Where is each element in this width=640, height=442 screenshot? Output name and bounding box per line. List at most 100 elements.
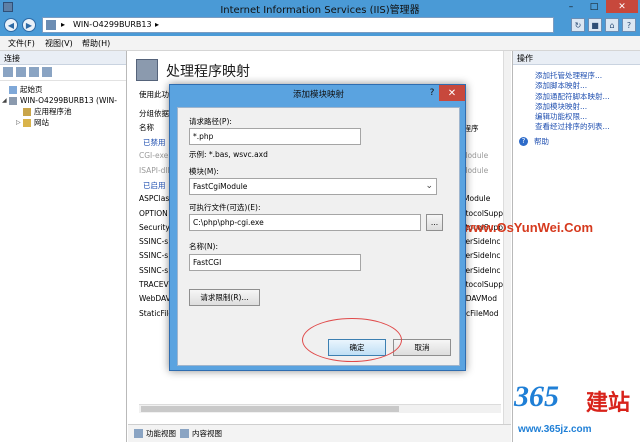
content-view-icon xyxy=(180,429,189,438)
action-view-ordered-list[interactable]: 查看经过排序的列表... xyxy=(519,121,634,131)
chevron-down-icon: ⌄ xyxy=(425,181,433,191)
action-edit-feature-permissions[interactable]: 编辑功能权限... xyxy=(519,111,634,121)
window-titlebar: Internet Information Services (IIS)管理器 –… xyxy=(0,0,640,16)
list-item-path: bDAVMod xyxy=(461,294,498,303)
dialog-close-button[interactable]: ✕ xyxy=(439,85,465,101)
minimize-button[interactable]: – xyxy=(560,0,582,13)
group-by-label[interactable]: 分组依据 xyxy=(139,108,169,119)
up-icon[interactable] xyxy=(29,67,39,77)
address-segment-server[interactable]: WIN-O4299BURB13 xyxy=(73,20,152,29)
annotation-ellipse xyxy=(302,318,402,362)
request-path-example: 示例: *.bas, wsvc.axd xyxy=(189,150,268,159)
help-icon[interactable]: ? xyxy=(622,18,636,32)
menu-help[interactable]: 帮助(H) xyxy=(82,38,110,49)
tab-label: 内容视图 xyxy=(192,429,222,438)
close-button[interactable]: ✕ xyxy=(606,0,638,13)
refresh-icon[interactable]: ↻ xyxy=(571,18,585,32)
list-item[interactable]: ISAPI-dll xyxy=(139,166,170,177)
action-add-managed-handler[interactable]: 添加托管处理程序... xyxy=(519,70,634,80)
forward-arrow-icon[interactable]: ▶ xyxy=(22,18,36,32)
address-tools: ↻ ■ ⌂ ? xyxy=(571,18,636,32)
address-bar-strip: ◀ ▶ ▸ WIN-O4299BURB13 ▸ ↻ ■ ⌂ ? xyxy=(0,14,640,36)
list-item[interactable]: Security xyxy=(139,223,170,234)
executable-input[interactable]: C:\php\php-cgi.exe xyxy=(189,214,421,231)
back-arrow-icon[interactable]: ◀ xyxy=(4,18,18,32)
module-select[interactable]: FastCgiModule ⌄ xyxy=(189,178,437,195)
connections-header: 连接 xyxy=(0,51,126,65)
tree-item-label: WIN-O4299BURB13 (WIN- xyxy=(20,96,117,105)
scroll-thumb[interactable] xyxy=(141,406,399,412)
server-icon xyxy=(9,96,17,105)
module-select-value: FastCgiModule xyxy=(193,182,248,191)
action-add-module-mapping[interactable]: 添加模块映射... xyxy=(519,101,634,111)
tree-item-app-pools[interactable]: 应用程序池 xyxy=(2,106,124,117)
list-item[interactable]: SSINC-s xyxy=(139,266,168,277)
list-item[interactable]: CGI-exe xyxy=(139,151,168,162)
list-item-path: Module xyxy=(461,166,489,175)
menu-file[interactable]: 文件(F) xyxy=(8,38,35,49)
tree-item-server[interactable]: ◢ WIN-O4299BURB13 (WIN- xyxy=(2,95,124,106)
list-item[interactable]: WebDAV xyxy=(139,294,171,305)
logo-number: 365 xyxy=(514,380,559,413)
list-group-header: 已启用 xyxy=(143,181,166,190)
app-pool-icon xyxy=(23,107,31,116)
page-title: 处理程序映射 xyxy=(166,64,250,80)
connect-icon[interactable] xyxy=(3,67,13,77)
dialog-title: 添加模块映射 xyxy=(292,90,344,100)
list-item[interactable]: SSINC-s xyxy=(139,251,168,262)
logo-text: 建站 xyxy=(586,391,631,416)
features-view-tab[interactable]: 功能视图 xyxy=(134,428,176,439)
connections-panel: 连接 起始页 ◢ WIN-O4299BURB13 (WIN- 应用程序池 ▷ 网… xyxy=(0,51,127,442)
column-header-name[interactable]: 名称 xyxy=(139,122,154,133)
window-controls: – □ ✕ xyxy=(560,0,638,14)
actions-list: 添加托管处理程序... 添加脚本映射... 添加通配符脚本映射... 添加模块映… xyxy=(513,65,640,152)
help-circle-icon: ? xyxy=(519,136,528,146)
address-box[interactable]: ▸ WIN-O4299BURB13 ▸ xyxy=(42,17,554,33)
dialog-help-button[interactable]: ? xyxy=(425,87,439,99)
horizontal-scrollbar[interactable] xyxy=(139,404,501,413)
module-label: 模块(M): xyxy=(189,167,219,176)
home-icon[interactable]: ⌂ xyxy=(605,18,619,32)
connections-tree: 起始页 ◢ WIN-O4299BURB13 (WIN- 应用程序池 ▷ 网站 xyxy=(0,81,126,131)
browse-button[interactable]: ... xyxy=(426,214,443,231)
maximize-button[interactable]: □ xyxy=(583,0,605,13)
content-view-tab[interactable]: 内容视图 xyxy=(180,428,222,439)
collapse-arrow-icon[interactable]: ◢ xyxy=(2,97,8,104)
action-add-wildcard-script-map[interactable]: 添加通配符脚本映射... xyxy=(519,91,634,101)
list-item[interactable]: OPTION xyxy=(139,209,168,220)
action-add-script-map[interactable]: 添加脚本映射... xyxy=(519,80,634,90)
list-item-path: iModule xyxy=(461,194,491,203)
address-segment-arrow[interactable]: ▸ xyxy=(61,20,65,29)
features-view-icon xyxy=(134,429,143,438)
name-label: 名称(N): xyxy=(189,242,218,251)
list-item[interactable]: TRACEV xyxy=(139,280,169,291)
save-icon[interactable] xyxy=(16,67,26,77)
menu-bar: 文件(F) 视图(V) 帮助(H) xyxy=(0,36,640,51)
request-restrictions-button[interactable]: 请求限制(R)... xyxy=(189,289,260,306)
list-item-path xyxy=(461,137,509,148)
name-input[interactable]: FastCGI xyxy=(189,254,361,271)
list-item-path: verSideInc xyxy=(461,266,501,275)
expand-arrow-icon[interactable]: ▷ xyxy=(16,119,22,126)
tab-label: 功能视图 xyxy=(146,429,176,438)
list-item-path: verSideInc xyxy=(461,237,501,246)
list-item[interactable]: StaticFile xyxy=(139,309,173,320)
connect-server-icon[interactable] xyxy=(42,67,52,77)
action-help[interactable]: ? 帮助 xyxy=(519,136,634,147)
list-item-path: Module xyxy=(461,151,489,160)
tree-item-sites[interactable]: ▷ 网站 xyxy=(2,117,124,128)
site-watermark: www.OsYunWei.Com xyxy=(463,220,594,235)
tree-item-start-page[interactable]: 起始页 xyxy=(2,84,124,95)
menu-view[interactable]: 视图(V) xyxy=(45,38,73,49)
view-tabs: 功能视图 内容视图 xyxy=(128,424,511,442)
request-path-input[interactable]: *.php xyxy=(189,128,361,145)
tree-item-label: 应用程序池 xyxy=(34,107,72,116)
address-segment-chevron[interactable]: ▸ xyxy=(155,20,159,29)
stop-icon[interactable]: ■ xyxy=(588,18,602,32)
server-icon xyxy=(46,20,56,30)
executable-label: 可执行文件(可选)(E): xyxy=(189,203,261,212)
vertical-scrollbar[interactable] xyxy=(503,51,511,424)
request-path-label: 请求路径(P): xyxy=(189,117,232,126)
list-item[interactable]: SSINC-s xyxy=(139,237,168,248)
list-item-path: ticFileMod xyxy=(461,309,499,318)
